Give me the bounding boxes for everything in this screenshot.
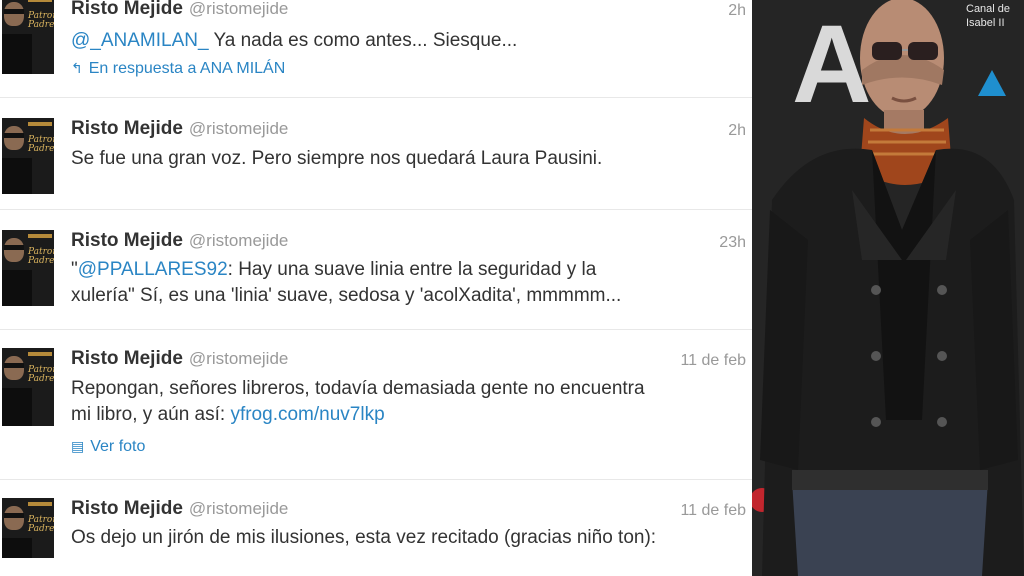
in-reply-to-link[interactable]: ↰ En respuesta a ANA MILÁN — [71, 60, 285, 78]
author-handle[interactable]: @ristomejide — [189, 499, 288, 518]
avatar-poster-text: Patrono Padre — [28, 247, 54, 266]
reply-label[interactable]: En respuesta a ANA MILÁN — [89, 60, 286, 77]
tweet-text: Se fue una gran voz. Pero siempre nos qu… — [71, 148, 603, 169]
tweet-text: Os dejo un jirón de mis ilusiones, esta … — [71, 527, 657, 548]
author-handle[interactable]: @ristomejide — [189, 349, 288, 368]
tweet-author[interactable]: Risto Mejide @ristomejide — [71, 0, 288, 20]
avatar[interactable]: Patrono Padre — [2, 230, 54, 306]
backdrop-sponsor-1: Canal de — [966, 3, 1010, 15]
tweet-timestamp[interactable]: 11 de feb — [680, 352, 746, 370]
tweet-timestamp[interactable]: 11 de feb — [680, 502, 746, 520]
tweet-author[interactable]: Risto Mejide @ristomejide — [71, 230, 288, 252]
avatar-poster-text: Patrono Padre — [28, 11, 54, 30]
author-name[interactable]: Risto Mejide — [71, 0, 183, 19]
view-photo-link[interactable]: ▤ Ver foto — [71, 438, 145, 456]
avatar[interactable]: Patrono Padre — [2, 0, 54, 74]
author-name[interactable]: Risto Mejide — [71, 118, 183, 139]
author-handle[interactable]: @ristomejide — [189, 119, 288, 138]
avatar-poster-text: Patrono Padre — [28, 135, 54, 154]
backdrop-logo: A — [792, 3, 871, 126]
photo-link[interactable]: yfrog.com/nuv7lkp — [230, 404, 384, 425]
quote-open: " — [71, 259, 78, 280]
tweet: Patrono Padre Risto Mejide @ristomejide 2… — [0, 210, 752, 330]
tweet-timestamp[interactable]: 2h — [728, 2, 746, 20]
tweet-body: Ya nada es como antes... Siesque... — [208, 30, 518, 51]
tweet-author[interactable]: Risto Mejide @ristomejide — [71, 118, 288, 140]
author-handle[interactable]: @ristomejide — [189, 0, 288, 18]
avatar[interactable]: Patrono Padre — [2, 348, 54, 426]
backdrop-sponsor-2: Isabel II — [966, 17, 1005, 29]
reply-arrow-icon: ↰ — [71, 60, 83, 76]
tweet-body-line1: Repongan, señores libreros, todavía dema… — [71, 378, 645, 399]
tweet-timestamp[interactable]: 2h — [728, 122, 746, 140]
tweet-text: @_ANAMILAN_ Ya nada es como antes... Sie… — [71, 28, 751, 54]
tweet-timestamp[interactable]: 23h — [719, 234, 746, 252]
tweet-text: Repongan, señores libreros, todavía dema… — [71, 376, 751, 428]
person-photo: A Canal de Isabel II — [752, 0, 1024, 576]
author-name[interactable]: Risto Mejide — [71, 230, 183, 251]
tweet-timeline: Patrono Padre Risto Mejide @ristomejide 2… — [0, 0, 752, 576]
tweet-body-line2: mi libro, y aún así: — [71, 404, 231, 425]
tweet: Patrono Padre Risto Mejide @ristomejide 1… — [0, 330, 752, 480]
tweet: Patrono Padre Risto Mejide @ristomejide 2… — [0, 98, 752, 210]
tweet: Patrono Padre Risto Mejide @ristomejide 2… — [0, 0, 752, 98]
avatar-poster-text: Patrono Padre — [28, 365, 54, 384]
view-photo-label[interactable]: Ver foto — [90, 438, 145, 455]
photo-icon: ▤ — [71, 438, 85, 454]
mention-link[interactable]: @_ANAMILAN_ — [71, 30, 209, 51]
avatar[interactable]: Patrono Padre — [2, 118, 54, 194]
tweet-body-line1: : Hay una suave linia entre la seguridad… — [227, 259, 597, 280]
tweet: Patrono Padre Risto Mejide @ristomejide 1… — [0, 480, 752, 576]
author-name[interactable]: Risto Mejide — [71, 498, 183, 519]
tweet-author[interactable]: Risto Mejide @ristomejide — [71, 348, 288, 370]
tweet-text: "@PPALLARES92: Hay una suave linia entre… — [71, 257, 751, 309]
tweet-body-line2: xulería" Sí, es una 'linia' suave, sedos… — [71, 285, 622, 306]
mention-link[interactable]: @PPALLARES92 — [78, 259, 228, 280]
author-name[interactable]: Risto Mejide — [71, 348, 183, 369]
avatar-poster-text: Patrono Padre — [28, 515, 54, 534]
author-handle[interactable]: @ristomejide — [189, 231, 288, 250]
avatar[interactable]: Patrono Padre — [2, 498, 54, 558]
tweet-author[interactable]: Risto Mejide @ristomejide — [71, 498, 288, 520]
